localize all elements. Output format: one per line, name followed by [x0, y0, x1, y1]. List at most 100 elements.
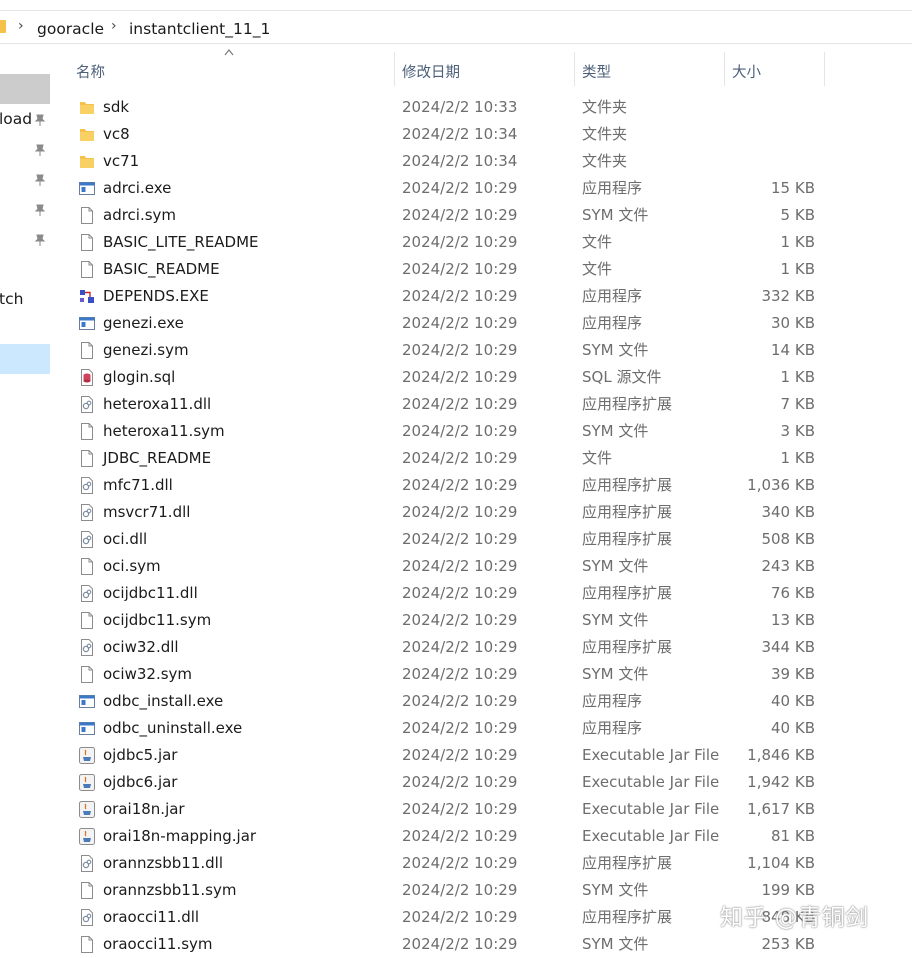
dll-icon	[79, 531, 95, 548]
file-size: 39 KB	[771, 665, 815, 683]
file-row[interactable]: glogin.sql 2024/2/2 10:29 SQL 源文件 1 KB	[50, 364, 912, 391]
file-row[interactable]: ociw32.sym 2024/2/2 10:29 SYM 文件 39 KB	[50, 661, 912, 688]
column-divider[interactable]	[394, 52, 395, 86]
chevron-right-icon[interactable]: ›	[18, 18, 24, 34]
file-date-modified: 2024/2/2 10:29	[402, 746, 518, 764]
file-row[interactable]: genezi.exe 2024/2/2 10:29 应用程序 30 KB	[50, 310, 912, 337]
column-header-name[interactable]: 名称	[76, 61, 105, 82]
file-type: SYM 文件	[582, 341, 649, 359]
file-date-modified: 2024/2/2 10:34	[402, 152, 518, 170]
file-size: 1 KB	[780, 233, 815, 251]
file-size: 3 KB	[780, 422, 815, 440]
file-size: 30 KB	[771, 314, 815, 332]
file-name: odbc_install.exe	[103, 692, 224, 710]
file-date-modified: 2024/2/2 10:34	[402, 125, 518, 143]
file-date-modified: 2024/2/2 10:29	[402, 233, 518, 251]
file-row[interactable]: DEPENDS.EXE 2024/2/2 10:29 应用程序 332 KB	[50, 283, 912, 310]
column-header-type[interactable]: 类型	[582, 61, 611, 82]
file-name: oraocci11.sym	[103, 935, 213, 953]
pin-icon[interactable]	[33, 113, 47, 127]
column-header-date[interactable]: 修改日期	[402, 61, 460, 82]
breadcrumb[interactable]: › gooracle › instantclient_11_1	[0, 10, 912, 44]
nav-item-switch[interactable]: tch	[0, 290, 23, 308]
file-row[interactable]: ojdbc6.jar 2024/2/2 10:29 Executable Jar F…	[50, 769, 912, 796]
file-row[interactable]: ocijdbc11.sym 2024/2/2 10:29 SYM 文件 13 KB	[50, 607, 912, 634]
column-divider[interactable]	[574, 52, 575, 86]
file-name: mfc71.dll	[103, 476, 173, 494]
navigation-pane[interactable]: load tch	[0, 44, 50, 950]
nav-item-selected[interactable]	[0, 344, 50, 374]
file-row[interactable]: BASIC_README 2024/2/2 10:29 文件 1 KB	[50, 256, 912, 283]
file-type: 应用程序扩展	[582, 476, 673, 494]
file-row[interactable]: odbc_uninstall.exe 2024/2/2 10:29 应用程序 40 K…	[50, 715, 912, 742]
file-size: 1,942 KB	[747, 773, 815, 791]
file-date-modified: 2024/2/2 10:29	[402, 314, 518, 332]
file-row[interactable]: ociw32.dll 2024/2/2 10:29 应用程序扩展 344 KB	[50, 634, 912, 661]
file-type: 应用程序扩展	[582, 638, 673, 656]
file-row[interactable]: ocijdbc11.dll 2024/2/2 10:29 应用程序扩展 76 KB	[50, 580, 912, 607]
file-row[interactable]: heteroxa11.dll 2024/2/2 10:29 应用程序扩展 7 KB	[50, 391, 912, 418]
file-row[interactable]: oci.dll 2024/2/2 10:29 应用程序扩展 508 KB	[50, 526, 912, 553]
file-row[interactable]: orai18n.jar 2024/2/2 10:29 Executable Jar …	[50, 796, 912, 823]
file-size: 40 KB	[771, 692, 815, 710]
file-row[interactable]: orannzsbb11.dll 2024/2/2 10:29 应用程序扩展 1,104…	[50, 850, 912, 877]
file-row[interactable]: heteroxa11.sym 2024/2/2 10:29 SYM 文件 3 KB	[50, 418, 912, 445]
column-divider[interactable]	[824, 52, 825, 86]
file-type: Executable Jar File	[582, 773, 720, 791]
file-size: 199 KB	[761, 881, 815, 899]
chevron-right-icon[interactable]: ›	[111, 18, 117, 34]
nav-item-download[interactable]: load	[0, 110, 32, 128]
file-type: 应用程序	[582, 314, 643, 332]
file-size: 332 KB	[761, 287, 815, 305]
file-size: 1,846 KB	[747, 746, 815, 764]
jar-icon	[79, 747, 95, 764]
file-date-modified: 2024/2/2 10:29	[402, 557, 518, 575]
file-row[interactable]: oci.sym 2024/2/2 10:29 SYM 文件 243 KB	[50, 553, 912, 580]
file-row[interactable]: vc8 2024/2/2 10:34 文件夹	[50, 121, 912, 148]
file-date-modified: 2024/2/2 10:29	[402, 476, 518, 494]
file-type: 应用程序扩展	[582, 503, 673, 521]
file-size: 1 KB	[780, 260, 815, 278]
file-type: 应用程序扩展	[582, 395, 673, 413]
file-row[interactable]: adrci.sym 2024/2/2 10:29 SYM 文件 5 KB	[50, 202, 912, 229]
file-row[interactable]: adrci.exe 2024/2/2 10:29 应用程序 15 KB	[50, 175, 912, 202]
file-row[interactable]: odbc_install.exe 2024/2/2 10:29 应用程序 40 KB	[50, 688, 912, 715]
column-header[interactable]: 名称 修改日期 类型 大小	[50, 44, 912, 94]
sort-ascending-icon	[224, 49, 234, 56]
file-row[interactable]: msvcr71.dll 2024/2/2 10:29 应用程序扩展 340 KB	[50, 499, 912, 526]
breadcrumb-item-gooracle[interactable]: gooracle	[37, 20, 104, 38]
file-name: adrci.exe	[103, 179, 172, 197]
file-row[interactable]: sdk 2024/2/2 10:33 文件夹	[50, 94, 912, 121]
file-name: heteroxa11.sym	[103, 422, 225, 440]
file-date-modified: 2024/2/2 10:29	[402, 341, 518, 359]
file-row[interactable]: oraocci11.sym 2024/2/2 10:29 SYM 文件 253 KB	[50, 931, 912, 958]
file-type: SYM 文件	[582, 422, 649, 440]
file-row[interactable]: genezi.sym 2024/2/2 10:29 SYM 文件 14 KB	[50, 337, 912, 364]
pin-icon[interactable]	[33, 203, 47, 217]
file-row[interactable]: BASIC_LITE_README 2024/2/2 10:29 文件 1 KB	[50, 229, 912, 256]
file-row[interactable]: vc71 2024/2/2 10:34 文件夹	[50, 148, 912, 175]
column-divider[interactable]	[724, 52, 725, 86]
pin-icon[interactable]	[33, 143, 47, 157]
file-icon	[79, 342, 95, 359]
file-name: ojdbc6.jar	[103, 773, 178, 791]
file-date-modified: 2024/2/2 10:29	[402, 503, 518, 521]
file-date-modified: 2024/2/2 10:29	[402, 422, 518, 440]
file-row[interactable]: ojdbc5.jar 2024/2/2 10:29 Executable Jar F…	[50, 742, 912, 769]
pin-icon[interactable]	[33, 233, 47, 247]
file-row[interactable]: JDBC_README 2024/2/2 10:29 文件 1 KB	[50, 445, 912, 472]
file-size: 344 KB	[761, 638, 815, 656]
dll-icon	[79, 909, 95, 926]
file-date-modified: 2024/2/2 10:29	[402, 665, 518, 683]
file-row[interactable]: mfc71.dll 2024/2/2 10:29 应用程序扩展 1,036 KB	[50, 472, 912, 499]
file-size: 1,036 KB	[747, 476, 815, 494]
breadcrumb-item-instantclient[interactable]: instantclient_11_1	[129, 20, 270, 38]
file-type: SQL 源文件	[582, 368, 662, 386]
file-type: Executable Jar File	[582, 746, 720, 764]
column-header-size[interactable]: 大小	[732, 61, 761, 82]
file-name: orai18n-mapping.jar	[103, 827, 257, 845]
file-date-modified: 2024/2/2 10:29	[402, 449, 518, 467]
pin-icon[interactable]	[33, 173, 47, 187]
file-row[interactable]: orai18n-mapping.jar 2024/2/2 10:29 Executa…	[50, 823, 912, 850]
file-icon	[79, 234, 95, 251]
